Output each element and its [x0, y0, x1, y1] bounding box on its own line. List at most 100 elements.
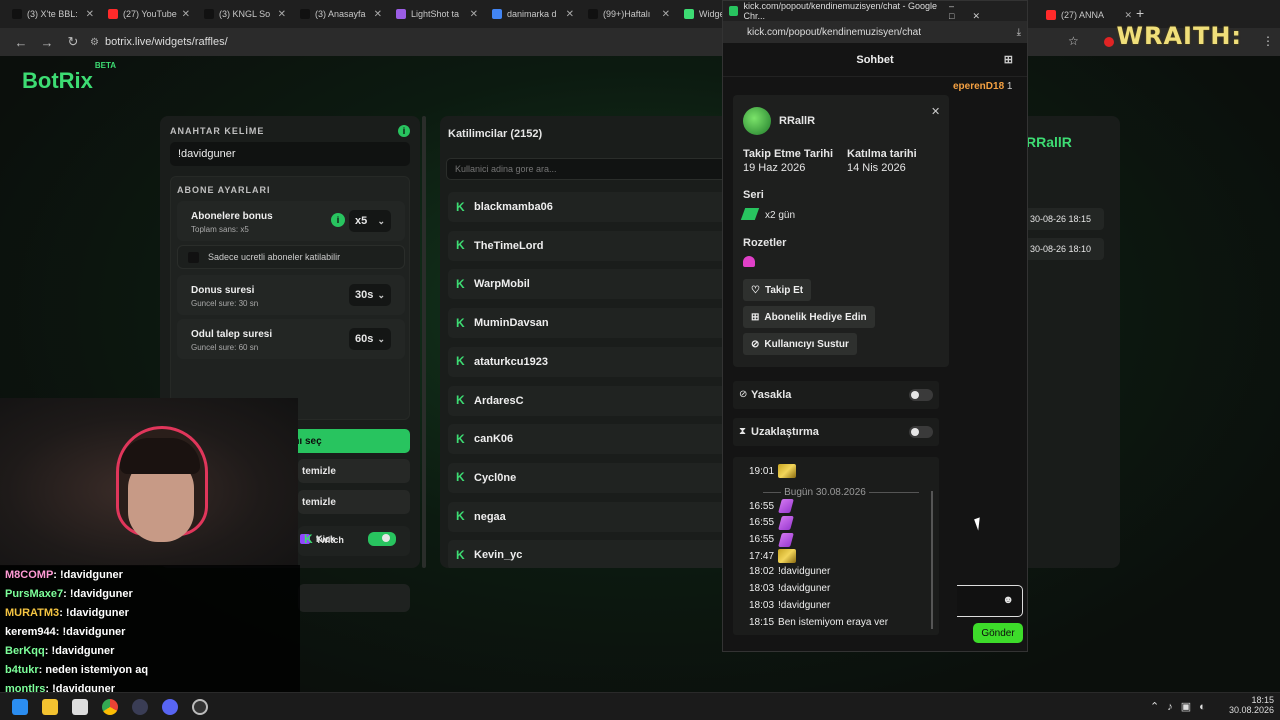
obs-icon[interactable]	[132, 699, 148, 715]
participant-row[interactable]: K Cycl0ne	[448, 462, 730, 493]
sub-bonus-select[interactable]: x5 ⌄	[349, 210, 391, 232]
close-icon[interactable]: ✕	[278, 9, 286, 20]
bonus-time-select[interactable]: 30s ⌄	[349, 284, 391, 306]
download-icon[interactable]: ⤓	[1017, 27, 1021, 38]
kick-icon: K	[456, 393, 465, 407]
discord-icon[interactable]	[162, 699, 178, 715]
browser-tab[interactable]: (99+)Haftalı ✕	[582, 3, 676, 25]
close-icon[interactable]: ✕	[1124, 10, 1132, 21]
follow-button[interactable]: ♡ Takip Et	[743, 279, 812, 301]
stream-chat-line: BerKqq: !davidguner	[5, 645, 115, 657]
close-icon[interactable]: ✕	[931, 105, 940, 118]
keyword-input[interactable]: !davidguner	[170, 142, 410, 166]
browser-tab[interactable]: (3) KNGL So ✕	[198, 3, 292, 25]
top-chat-user: eperenD18 1	[953, 81, 1013, 92]
browser-tab[interactable]: LightShot ta ✕	[390, 3, 484, 25]
participant-row[interactable]: K ArdaresC	[448, 385, 730, 416]
kick-icon: K	[304, 532, 313, 546]
bookmark-star-icon[interactable]: ☆	[1068, 34, 1079, 48]
stream-chat-overlay: M8COMP: !davidguner PursMaxe7: !davidgune…	[0, 565, 300, 697]
back-icon[interactable]: ←	[8, 35, 34, 50]
botrix-logo[interactable]: BotRixBETA	[22, 61, 116, 94]
gift-icon: ⊞	[751, 311, 760, 323]
forward-icon[interactable]: →	[34, 35, 60, 50]
extension-icon[interactable]	[1104, 37, 1114, 47]
window-controls[interactable]: –□✕	[949, 1, 1017, 22]
gift-sub-button[interactable]: ⊞ Abonelik Hediye Edin	[743, 306, 875, 328]
claim-time-row: Odul talep suresi Guncel sure: 60 sn 60s…	[177, 319, 405, 359]
participant-row[interactable]: K Kevin_yc	[448, 540, 730, 568]
clear-button-2[interactable]: temizle	[298, 490, 410, 514]
tab-list: (3) X'te BBL: ✕ (27) YouTube ✕ (3) KNGL So ✕(…	[6, 3, 774, 25]
kick-popout-window: kick.com/popout/kendinemuzisyen/chat - G…	[722, 0, 1028, 652]
browser-tab[interactable]: (27) YouTube ✕	[102, 3, 196, 25]
close-icon[interactable]: ✕	[86, 9, 94, 20]
participant-search-input[interactable]	[446, 158, 730, 180]
bonus-time-row: Donus suresi Guncel sure: 30 sn 30s ⌄	[177, 275, 405, 315]
paid-only-row[interactable]: Sadece ucretli aboneler katilabilir	[177, 245, 405, 269]
user-avatar	[743, 107, 771, 135]
participant-row[interactable]: Knegaa	[448, 501, 730, 532]
site-info-icon[interactable]: ⚙	[90, 37, 99, 48]
kick-icon: K	[456, 354, 465, 369]
browser-tab[interactable]: danimarka d ✕	[486, 3, 580, 25]
streak-icon	[740, 208, 760, 220]
close-icon[interactable]: ✕	[182, 9, 190, 20]
close-icon[interactable]: ✕	[470, 9, 478, 20]
ban-toggle[interactable]	[909, 389, 933, 401]
history-line: 16:55	[749, 515, 796, 530]
new-tab-button[interactable]: +	[1136, 5, 1144, 21]
chevron-down-icon: ⌄	[377, 215, 385, 226]
timeout-toggle[interactable]	[909, 426, 933, 438]
close-icon[interactable]: ✕	[566, 9, 574, 20]
reload-icon[interactable]: ↻	[60, 34, 86, 50]
kick-toggle[interactable]	[368, 532, 396, 546]
url-text[interactable]: botrix.live/widgets/raffles/	[105, 36, 228, 48]
send-button[interactable]: Gönder	[973, 623, 1023, 643]
kick-icon	[729, 6, 739, 16]
info-icon[interactable]: i	[398, 125, 410, 137]
participant-row[interactable]: K MuminDavsan	[448, 308, 730, 339]
steam-icon[interactable]	[192, 699, 208, 715]
participant-row[interactable]: Kataturkcu1923	[448, 346, 730, 377]
close-icon[interactable]: ✕	[374, 9, 382, 20]
menu-icon[interactable]: ⋮	[1262, 34, 1274, 48]
emote-icon	[778, 532, 794, 547]
overlay-brand: WRAITH:	[1116, 22, 1242, 50]
participant-row[interactable]: Kblackmamba06	[448, 192, 730, 222]
mute-user-button[interactable]: ⊘ Kullanıcıyı Sustur	[743, 333, 857, 355]
stream-chat-line: PursMaxe7: !davidguner	[5, 588, 133, 600]
browser-tab[interactable]: (3) X'te BBL: ✕	[6, 3, 100, 25]
clear-button-1[interactable]: temizle	[298, 459, 410, 483]
history-line: 16:55	[749, 499, 796, 513]
tab-favicon-icon	[492, 9, 502, 19]
stream-chat-line: MURATM3: !davidguner	[5, 607, 129, 619]
emoji-icon[interactable]: ☻	[1002, 594, 1014, 606]
close-icon[interactable]: ✕	[662, 9, 670, 20]
browser-tab[interactable]: (3) Anasayfa ✕	[294, 3, 388, 25]
clock[interactable]: 18:15 30.08.2026	[1228, 695, 1274, 715]
paid-only-checkbox[interactable]	[188, 252, 199, 263]
ban-row: ⊘ Yasakla	[733, 381, 939, 409]
chevron-down-icon: ⌄	[377, 333, 385, 344]
file-explorer-icon[interactable]	[42, 699, 58, 715]
youtube-icon	[1046, 10, 1056, 20]
windows-start-icon[interactable]	[12, 699, 28, 715]
history-scrollbar[interactable]	[931, 491, 933, 629]
emote-icon	[778, 515, 794, 530]
chrome-icon[interactable]	[102, 699, 118, 715]
chat-input[interactable]: ☻	[957, 585, 1023, 617]
chevron-down-icon: ⌄	[377, 289, 385, 300]
participant-row[interactable]: K TheTimeLord	[448, 230, 730, 261]
participant-row[interactable]: K WarpMobil	[448, 269, 730, 300]
info-icon[interactable]: i	[331, 213, 345, 227]
claim-time-select[interactable]: 60s ⌄	[349, 328, 391, 350]
app-icon[interactable]	[72, 699, 88, 715]
participant-row[interactable]: KcanK06	[448, 424, 730, 455]
popout-title-bar: kick.com/popout/kendinemuzisyen/chat - G…	[723, 1, 1027, 21]
system-tray[interactable]: ⌃♪▣◐	[1150, 700, 1214, 713]
gift-icon[interactable]: ⊞	[1004, 53, 1013, 66]
settings-scrollbar[interactable]	[422, 116, 426, 568]
user-info-card: RRallR ✕ Takip Etme Tarihi 19 Haz 2026 K…	[733, 95, 949, 367]
kick-icon: K	[456, 315, 465, 330]
